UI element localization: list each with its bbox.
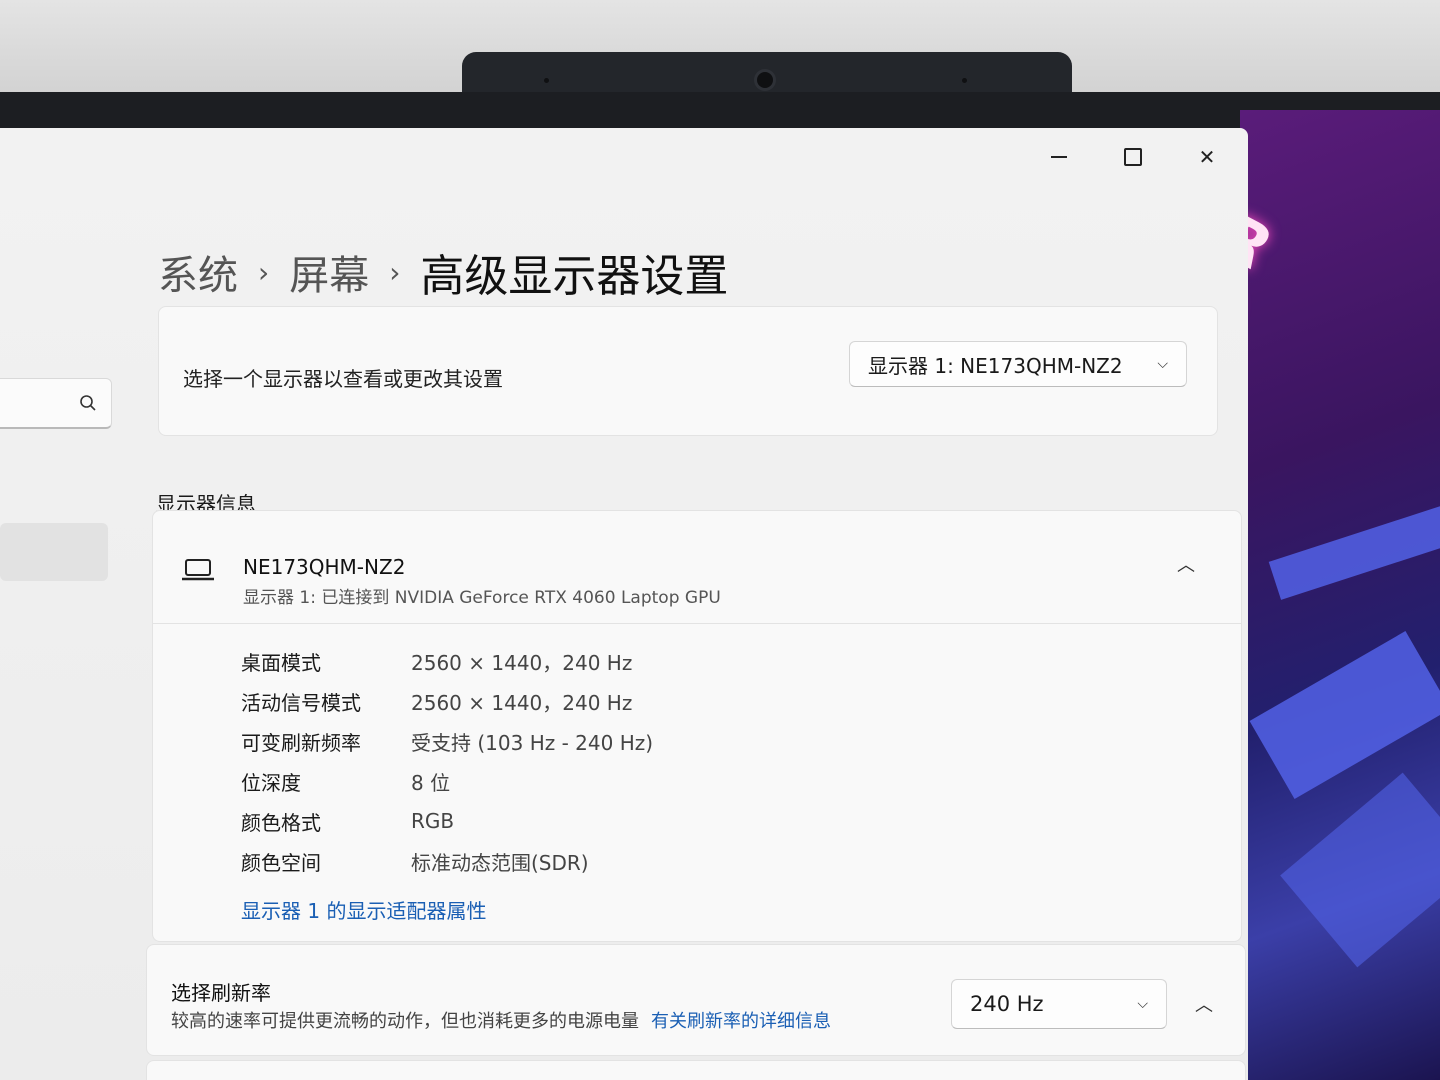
info-key: 可变刷新频率 [241, 730, 361, 755]
minimize-icon [1051, 156, 1067, 158]
next-settings-card [146, 1060, 1246, 1080]
info-row: 颜色空间 标准动态范围(SDR) [241, 841, 653, 881]
chevron-up-icon[interactable]: ︿ [1195, 991, 1213, 1017]
close-button[interactable]: ✕ [1184, 140, 1230, 174]
sensor-dot [544, 78, 549, 83]
display-info-card: NE173QHM-NZ2 显示器 1: 已连接到 NVIDIA GeForce … [152, 510, 1242, 942]
display-select-card: 选择一个显示器以查看或更改其设置 显示器 1: NE173QHM-NZ2 ⌵ [158, 306, 1218, 436]
info-row: 活动信号模式 2560 × 1440，240 Hz [241, 681, 653, 721]
breadcrumb-item-display[interactable]: 屏幕 [289, 243, 369, 301]
info-row: 可变刷新频率 受支持 (103 Hz - 240 Hz) [241, 721, 653, 761]
settings-window: ✕ 系统 › 屏幕 › 高级显示器设置 选择一个显示器以查看或更改其设置 显示器… [0, 128, 1248, 1080]
maximize-icon [1124, 148, 1142, 166]
breadcrumb: 系统 › 屏幕 › 高级显示器设置 [158, 240, 728, 304]
webcam [757, 72, 773, 88]
search-icon [80, 395, 96, 411]
chevron-down-icon: ⌵ [1137, 996, 1148, 1012]
display-info-rows: 桌面模式 2560 × 1440，240 Hz 活动信号模式 2560 × 1440… [241, 641, 653, 881]
info-key: 活动信号模式 [241, 690, 361, 715]
wallpaper-shape [1249, 631, 1440, 799]
display-connection: 显示器 1: 已连接到 NVIDIA GeForce RTX 4060 Lapt… [243, 588, 721, 608]
info-value: 标准动态范围(SDR) [411, 850, 589, 875]
refresh-rate-info-link[interactable]: 有关刷新率的详细信息 [651, 1011, 831, 1032]
display-info-header[interactable]: NE173QHM-NZ2 显示器 1: 已连接到 NVIDIA GeForce … [153, 511, 1241, 624]
sidebar-item-selected[interactable] [0, 523, 108, 581]
breadcrumb-separator: › [389, 255, 401, 289]
info-key: 位深度 [241, 770, 301, 795]
info-row: 颜色格式 RGB [241, 801, 653, 841]
adapter-properties-link[interactable]: 显示器 1 的显示适配器属性 [241, 895, 486, 924]
display-dropdown[interactable]: 显示器 1: NE173QHM-NZ2 ⌵ [849, 341, 1187, 387]
info-value: 受支持 (103 Hz - 240 Hz) [411, 730, 654, 755]
wallpaper-shape [1268, 500, 1440, 600]
refresh-rate-description: 较高的速率可提供更流畅的动作，但也消耗更多的电源电量 有关刷新率的详细信息 [171, 1007, 831, 1033]
info-key: 桌面模式 [241, 650, 321, 675]
search-input[interactable] [0, 378, 112, 429]
chevron-down-icon: ⌵ [1157, 356, 1168, 372]
info-value: 2560 × 1440，240 Hz [411, 690, 633, 715]
sensor-dot [962, 78, 967, 83]
info-key: 颜色格式 [241, 810, 321, 835]
close-icon: ✕ [1198, 145, 1216, 169]
chevron-up-icon[interactable]: ︿ [1177, 551, 1195, 577]
refresh-rate-card: 选择刷新率 较高的速率可提供更流畅的动作，但也消耗更多的电源电量 有关刷新率的详细… [146, 944, 1246, 1056]
info-row: 桌面模式 2560 × 1440，240 Hz [241, 641, 653, 681]
minimize-button[interactable] [1036, 140, 1082, 174]
display-name: NE173QHM-NZ2 [243, 555, 406, 579]
refresh-rate-description-text: 较高的速率可提供更流畅的动作，但也消耗更多的电源电量 [171, 1011, 639, 1032]
maximize-button[interactable] [1110, 140, 1156, 174]
wallpaper-shape [1280, 772, 1440, 968]
info-row: 位深度 8 位 [241, 761, 653, 801]
info-key: 颜色空间 [241, 850, 321, 875]
refresh-rate-dropdown[interactable]: 240 Hz ⌵ [951, 979, 1167, 1029]
info-value: 2560 × 1440，240 Hz [411, 650, 633, 675]
display-select-label: 选择一个显示器以查看或更改其设置 [183, 367, 503, 391]
laptop-icon [182, 559, 214, 581]
refresh-rate-value: 240 Hz [970, 992, 1044, 1016]
info-value: RGB [411, 809, 455, 833]
info-value: 8 位 [411, 770, 451, 795]
page-title: 高级显示器设置 [420, 251, 729, 302]
refresh-rate-title: 选择刷新率 [171, 981, 271, 1005]
breadcrumb-separator: › [258, 255, 270, 289]
display-dropdown-value: 显示器 1: NE173QHM-NZ2 [868, 353, 1123, 378]
breadcrumb-item-system[interactable]: 系统 [158, 243, 238, 301]
